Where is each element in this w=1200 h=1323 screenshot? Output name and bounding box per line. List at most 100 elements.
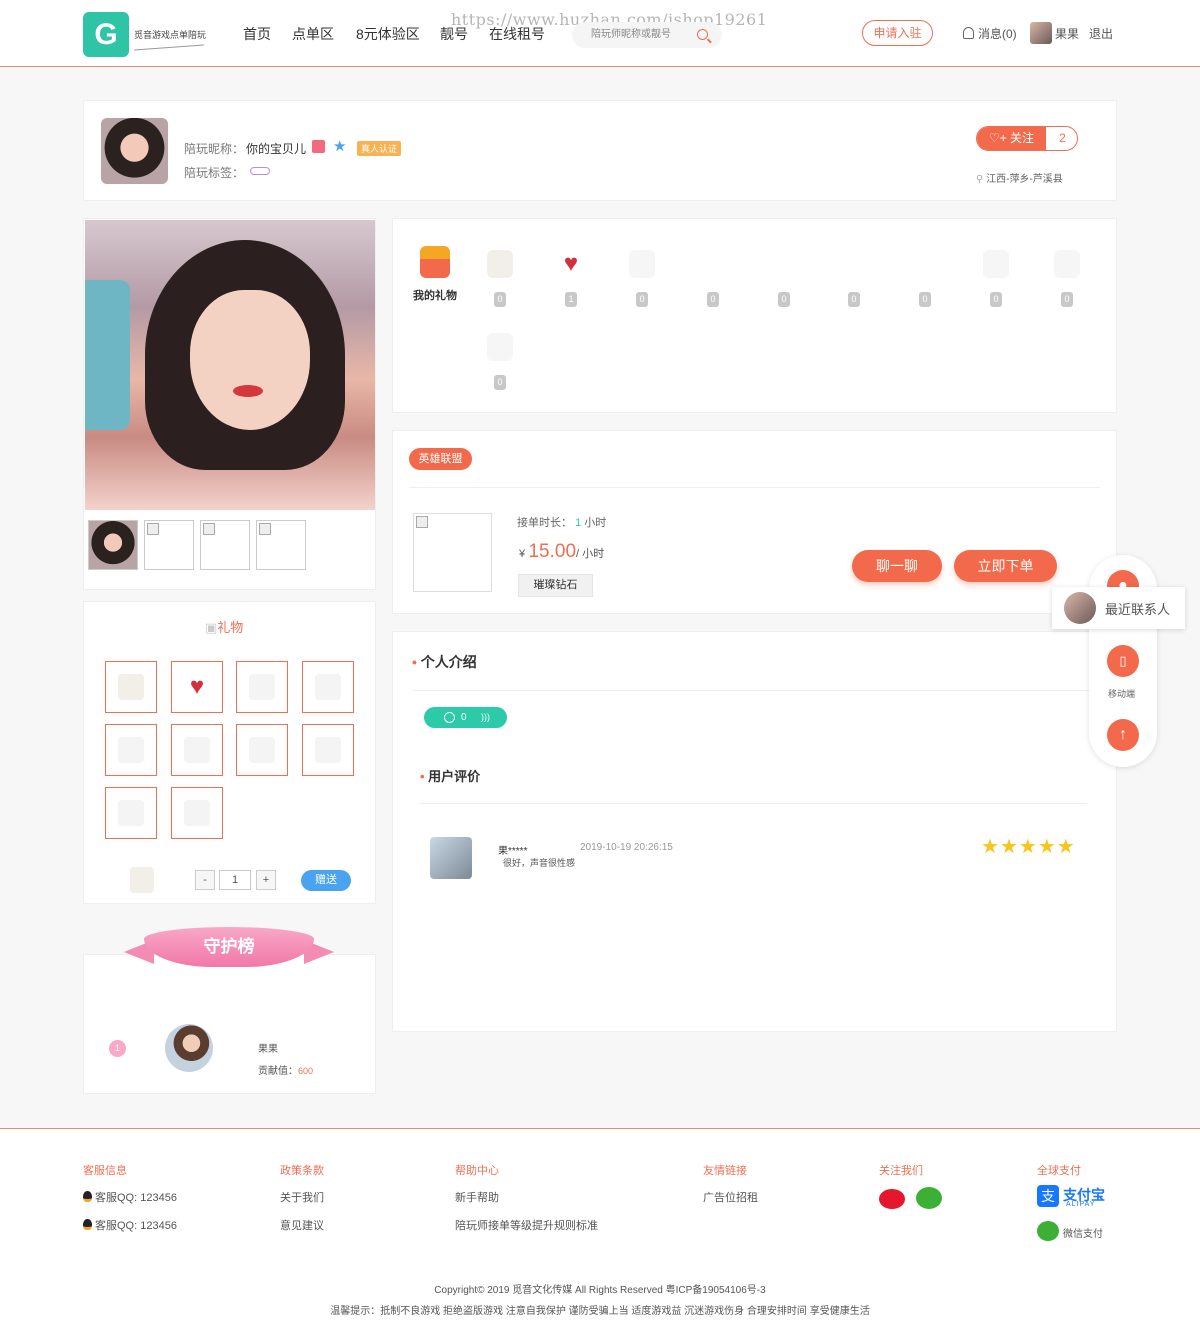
divider [420, 803, 1087, 804]
order-button[interactable]: 立即下单 [954, 550, 1057, 582]
gift-count: 0 [919, 292, 931, 307]
quantity-plus-button[interactable]: + [256, 870, 276, 890]
gift-option[interactable]: ♥ [171, 661, 223, 713]
footer-link[interactable]: 新手帮助 [455, 1189, 499, 1205]
gift-panel-title-text: 礼物 [217, 620, 244, 635]
price: ¥ 15.00/ 小时 [519, 541, 604, 563]
guard-avatar [165, 1024, 213, 1072]
gift-option[interactable] [105, 724, 157, 776]
wechat-pay-icon [1037, 1221, 1059, 1241]
gift-placeholder-icon [983, 250, 1009, 278]
profile-avatar [101, 118, 168, 184]
health-notice: 温馨提示：抵制不良游戏 拒绝盗版游戏 注意自我保护 谨防受骗上当 适度游戏益 沉… [330, 1306, 870, 1317]
footer-link[interactable]: 广告位招租 [703, 1189, 758, 1205]
mobile-icon[interactable]: ▯ [1107, 645, 1139, 677]
weibo-icon[interactable] [879, 1189, 905, 1209]
give-gift-button[interactable]: 赠送 [301, 870, 351, 891]
female-icon [312, 140, 325, 153]
gift-option[interactable] [236, 724, 288, 776]
gift-count: 0 [1061, 292, 1073, 307]
nickname: 你的宝贝儿 [246, 142, 307, 156]
username[interactable]: 果果 [1055, 25, 1079, 42]
currency: ¥ [519, 548, 526, 560]
contrib-value: 600 [298, 1066, 314, 1076]
photo-thumb-1[interactable] [88, 520, 138, 570]
recent-contacts-button[interactable]: 最近联系人 [1052, 587, 1185, 629]
star-icon: ★ [1037, 836, 1057, 858]
footer-link[interactable]: 意见建议 [280, 1217, 324, 1233]
intro-reviews-panel [392, 631, 1117, 1032]
broken-image-icon [203, 523, 215, 535]
quantity-input[interactable]: 1 [219, 870, 251, 890]
gift-option[interactable] [105, 787, 157, 839]
my-gifts-title: 我的礼物 [413, 290, 457, 302]
photo-thumb-2[interactable] [144, 520, 194, 570]
gift-placeholder-icon [249, 737, 275, 763]
user-avatar[interactable] [1030, 22, 1052, 44]
duration-value: 1 [575, 517, 582, 529]
mobile-label[interactable]: 移动端 [1108, 687, 1135, 700]
site-logo[interactable]: G [83, 12, 129, 57]
nav-trial-zone[interactable]: 8元体验区 [356, 24, 420, 44]
gift-placeholder-icon [118, 737, 144, 763]
gift-item: 0 [617, 250, 667, 307]
doll-gift-icon [487, 250, 513, 278]
play-icon[interactable] [444, 712, 455, 723]
footer-col-title: 关注我们 [879, 1165, 923, 1177]
gift-option[interactable] [302, 724, 354, 776]
gift-option[interactable] [171, 724, 223, 776]
voice-player[interactable]: 0 ))) [424, 707, 507, 728]
quantity-minus-button[interactable]: - [195, 870, 215, 890]
footer-link[interactable]: 陪玩师接单等级提升规则标准 [455, 1217, 598, 1233]
copyright: Copyright© 2019 觅音文化传媒 All Rights Reserv… [434, 1285, 766, 1296]
back-to-top-icon[interactable]: ↑ [1107, 719, 1139, 751]
star-icon: ★ [999, 836, 1019, 858]
gift-placeholder-icon [841, 250, 867, 278]
wechat-icon[interactable] [916, 1187, 942, 1209]
heart-gift-icon: ♥ [189, 673, 205, 700]
gift-option[interactable] [105, 661, 157, 713]
chat-button[interactable]: 聊一聊 [852, 550, 942, 582]
nav-order-zone[interactable]: 点单区 [292, 24, 334, 44]
photo-thumb-4[interactable] [256, 520, 306, 570]
guard-contrib: 贡献值：600 [258, 1062, 313, 1077]
duration: 接单时长： 1 小时 [517, 514, 606, 530]
gift-item: 0 [1042, 250, 1092, 307]
photo-thumb-3[interactable] [200, 520, 250, 570]
gift-option[interactable] [236, 661, 288, 713]
gift-item: ♥ 1 [546, 250, 596, 307]
footer-qq-link[interactable]: 客服QQ: 123456 [83, 1189, 177, 1205]
gift-item: 0 [475, 250, 525, 307]
broken-image-icon [147, 523, 159, 535]
follow-count: 2 [1059, 131, 1066, 145]
intro-title-text: 个人介绍 [420, 654, 477, 670]
gift-count: 0 [636, 292, 648, 307]
divider [409, 487, 1100, 488]
gift-count: 0 [990, 292, 1002, 307]
location: ⚲ 江西-萍乡-芦溪县 [976, 170, 1063, 185]
gift-option[interactable] [171, 787, 223, 839]
gift-item: 0 [829, 250, 879, 307]
gift-item: 0 [475, 333, 525, 390]
game-tag[interactable]: 英雄联盟 [409, 448, 472, 470]
follow-button[interactable]: ♡+ 关注 2 [976, 126, 1078, 151]
broken-image-icon [259, 523, 271, 535]
footer-link[interactable]: 关于我们 [280, 1189, 324, 1205]
search-icon[interactable] [697, 29, 708, 40]
bell-icon[interactable] [963, 27, 974, 39]
tags-label: 陪玩标签： [184, 166, 245, 180]
messages-link[interactable]: 消息(0) [978, 25, 1017, 42]
apply-button[interactable]: 申请入驻 [862, 20, 933, 46]
gift-placeholder-icon [487, 333, 513, 361]
gift-placeholder-icon [771, 250, 797, 278]
search-input[interactable]: 陪玩师昵称或靓号 [572, 22, 722, 48]
gift-item: 0 [759, 250, 809, 307]
footer-qq-link[interactable]: 客服QQ: 123456 [83, 1217, 177, 1233]
gift-option[interactable] [302, 661, 354, 713]
intro-title: • 个人介绍 [412, 652, 477, 672]
guard-name: 果果 [258, 1044, 278, 1055]
nav-home[interactable]: 首页 [243, 24, 271, 44]
review-rating: ★★★★★ [981, 834, 1076, 859]
logout-link[interactable]: 退出 [1089, 25, 1113, 42]
location-pin-icon: ⚲ [976, 174, 987, 185]
